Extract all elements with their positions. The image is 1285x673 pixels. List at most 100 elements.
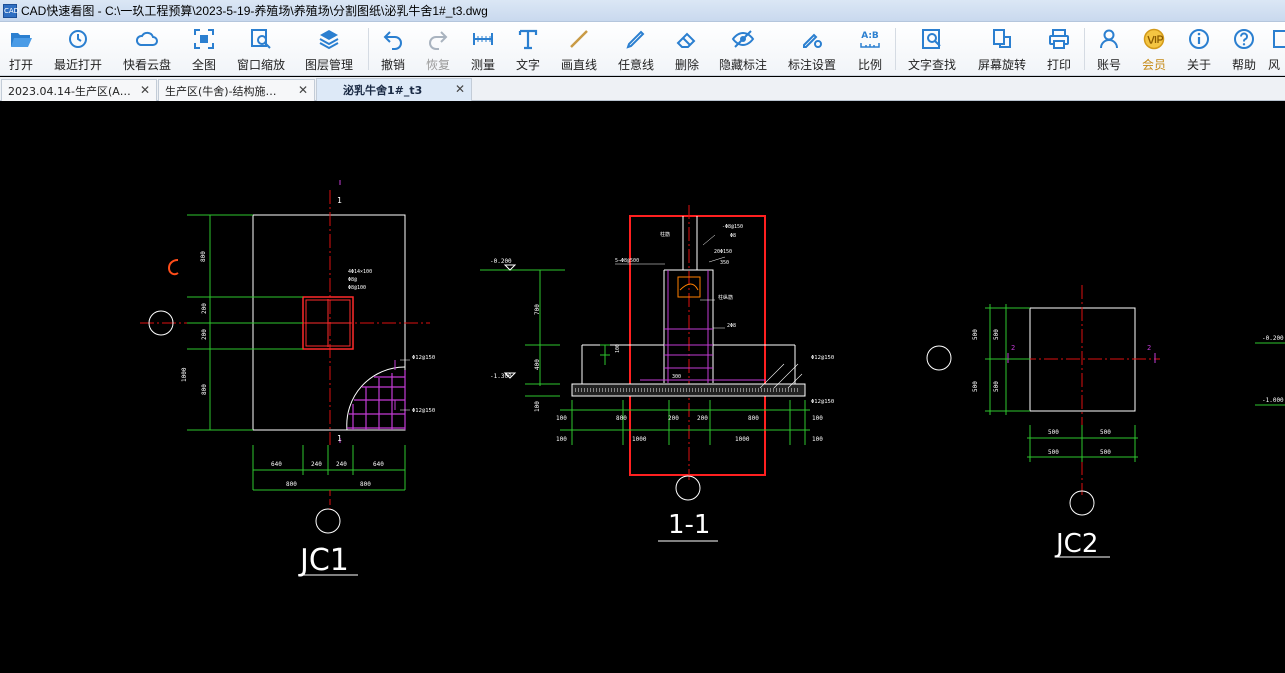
svg-text:640: 640 bbox=[373, 461, 384, 468]
info-icon bbox=[1189, 29, 1209, 49]
svg-text:200: 200 bbox=[697, 415, 708, 422]
jc2-plan: 2 2 500 500 500 500 500 500 500 500 JC2 bbox=[926, 285, 1160, 559]
svg-text:1000: 1000 bbox=[735, 436, 750, 443]
rotate-button[interactable]: 屏幕旋转 bbox=[976, 25, 1028, 73]
title-bar: CAD CAD快速看图 - C:\一玖工程预算\2023-5-19-养殖场\养殖… bbox=[0, 0, 1285, 22]
svg-text:Φ8@100: Φ8@100 bbox=[348, 285, 366, 291]
cloud-button[interactable]: 快看云盘 bbox=[121, 25, 173, 73]
svg-text:Φ8@: Φ8@ bbox=[348, 277, 357, 283]
svg-text:500: 500 bbox=[1100, 429, 1111, 436]
svg-text:350: 350 bbox=[720, 260, 729, 266]
svg-text:1: 1 bbox=[337, 196, 342, 205]
toolbar-separator bbox=[895, 28, 896, 70]
close-icon[interactable]: ✕ bbox=[140, 83, 150, 97]
svg-text:-0.200: -0.200 bbox=[1262, 335, 1284, 342]
svg-text:A:B: A:B bbox=[861, 31, 879, 41]
svg-text:800: 800 bbox=[200, 251, 207, 262]
svg-text:200: 200 bbox=[201, 329, 208, 340]
svg-text:1000: 1000 bbox=[632, 436, 647, 443]
svg-text:800: 800 bbox=[201, 384, 208, 395]
tab-production-barn[interactable]: 生产区(牛舍)-结构施… ✕ bbox=[158, 79, 315, 101]
account-button[interactable]: 账号 bbox=[1094, 25, 1124, 73]
svg-text:100: 100 bbox=[812, 415, 823, 422]
print-button[interactable]: 打印 bbox=[1044, 25, 1074, 73]
svg-text:500: 500 bbox=[1048, 429, 1059, 436]
eye-off-icon bbox=[731, 30, 755, 48]
scale-icon: A:B bbox=[860, 31, 880, 48]
svg-text:100: 100 bbox=[534, 401, 541, 412]
svg-text:240: 240 bbox=[311, 461, 322, 468]
svg-text:1000: 1000 bbox=[181, 367, 188, 382]
svg-text:500: 500 bbox=[1048, 449, 1059, 456]
svg-text:2: 2 bbox=[1011, 344, 1015, 352]
svg-text:240: 240 bbox=[336, 461, 347, 468]
svg-text:700: 700 bbox=[534, 304, 541, 315]
ruler-icon bbox=[473, 33, 493, 45]
toolbar-separator bbox=[368, 28, 369, 70]
svg-text:300: 300 bbox=[672, 374, 681, 380]
svg-text:1-1: 1-1 bbox=[668, 510, 710, 540]
svg-text:100: 100 bbox=[615, 344, 621, 353]
svg-text:800: 800 bbox=[286, 481, 297, 488]
svg-text:500: 500 bbox=[993, 329, 1000, 340]
more-button[interactable]: 风 bbox=[1268, 25, 1285, 73]
layers-icon bbox=[319, 30, 339, 50]
pen-icon bbox=[626, 30, 645, 49]
svg-text:Φ12@150: Φ12@150 bbox=[412, 355, 435, 361]
erase-button[interactable]: 删除 bbox=[672, 25, 702, 73]
style-icon bbox=[1273, 30, 1285, 48]
svg-text:2Φ8: 2Φ8 bbox=[727, 323, 736, 329]
svg-text:Φ8: Φ8 bbox=[730, 233, 736, 239]
fit-screen-icon bbox=[194, 29, 214, 49]
undo-button[interactable]: 撤销 bbox=[378, 25, 408, 73]
svg-text:640: 640 bbox=[271, 461, 282, 468]
svg-text:200: 200 bbox=[201, 303, 208, 314]
svg-text:20Φ150: 20Φ150 bbox=[714, 249, 732, 255]
close-icon[interactable]: ✕ bbox=[455, 82, 465, 96]
svg-text:柱纵筋: 柱纵筋 bbox=[718, 294, 733, 301]
hide-marks-button[interactable]: 隐藏标注 bbox=[717, 25, 769, 73]
member-button[interactable]: 会员 bbox=[1139, 25, 1169, 73]
svg-text:500: 500 bbox=[1100, 449, 1111, 456]
text-button[interactable]: 文字 bbox=[513, 25, 543, 73]
tab-dairy-barn-current[interactable]: 泌乳牛舍1#_t3 ✕ bbox=[316, 78, 472, 101]
vip-icon bbox=[1143, 28, 1165, 50]
help-icon bbox=[1234, 29, 1254, 49]
zoom-window-icon bbox=[251, 29, 271, 49]
svg-text:100: 100 bbox=[812, 436, 823, 443]
layers-button[interactable]: 图层管理 bbox=[303, 25, 355, 73]
freehand-button[interactable]: 任意线 bbox=[616, 25, 656, 73]
open-button[interactable]: 打开 bbox=[6, 25, 36, 73]
svg-text:JC1: JC1 bbox=[298, 543, 349, 578]
svg-text:200: 200 bbox=[668, 415, 679, 422]
svg-text:800: 800 bbox=[360, 481, 371, 488]
close-icon[interactable]: ✕ bbox=[298, 83, 308, 97]
toolbar-separator bbox=[1084, 28, 1085, 70]
scale-button[interactable]: A:B 比例 bbox=[855, 25, 885, 73]
about-button[interactable]: 关于 bbox=[1184, 25, 1214, 73]
redo-button[interactable]: 恢复 bbox=[423, 25, 453, 73]
text-search-button[interactable]: 文字查找 bbox=[906, 25, 958, 73]
recent-button[interactable]: 最近打开 bbox=[52, 25, 104, 73]
zoom-window-button[interactable]: 窗口缩放 bbox=[235, 25, 287, 73]
fit-button[interactable]: 全图 bbox=[189, 25, 219, 73]
text-icon bbox=[518, 29, 538, 50]
cad-drawing: 1 1 4Φ14×100 Φ8@ Φ8@100 Φ12@150 Φ12@150 … bbox=[140, 180, 1285, 578]
rotate-screen-icon bbox=[993, 29, 1011, 48]
measure-button[interactable]: 测量 bbox=[468, 25, 498, 73]
drawing-canvas[interactable]: 1 1 4Φ14×100 Φ8@ Φ8@100 Φ12@150 Φ12@150 … bbox=[0, 102, 1285, 673]
cloud-icon bbox=[135, 31, 158, 46]
right-edge-partial: -0.200 -1.000 bbox=[1255, 335, 1285, 406]
redo-icon bbox=[429, 31, 448, 50]
tab-production-a[interactable]: 2023.04.14-生产区(A… ✕ bbox=[1, 79, 157, 101]
toolbar: 打开 最近打开 快看云盘 全图 窗口缩放 图层管理 撤销 恢复 测量 文字 画直… bbox=[0, 22, 1285, 76]
line-button[interactable]: 画直线 bbox=[559, 25, 599, 73]
svg-text:-0.200: -0.200 bbox=[490, 258, 512, 265]
mark-settings-button[interactable]: 标注设置 bbox=[786, 25, 838, 73]
help-button[interactable]: 帮助 bbox=[1229, 25, 1259, 73]
section-1-1: -0.200 -1.300 700 400 100 100 100 800 20… bbox=[480, 205, 834, 542]
svg-text:-Φ8@150: -Φ8@150 bbox=[722, 224, 743, 230]
svg-text:Φ12@150: Φ12@150 bbox=[412, 408, 435, 414]
svg-text:2: 2 bbox=[1147, 344, 1151, 352]
svg-text:1: 1 bbox=[337, 434, 342, 443]
